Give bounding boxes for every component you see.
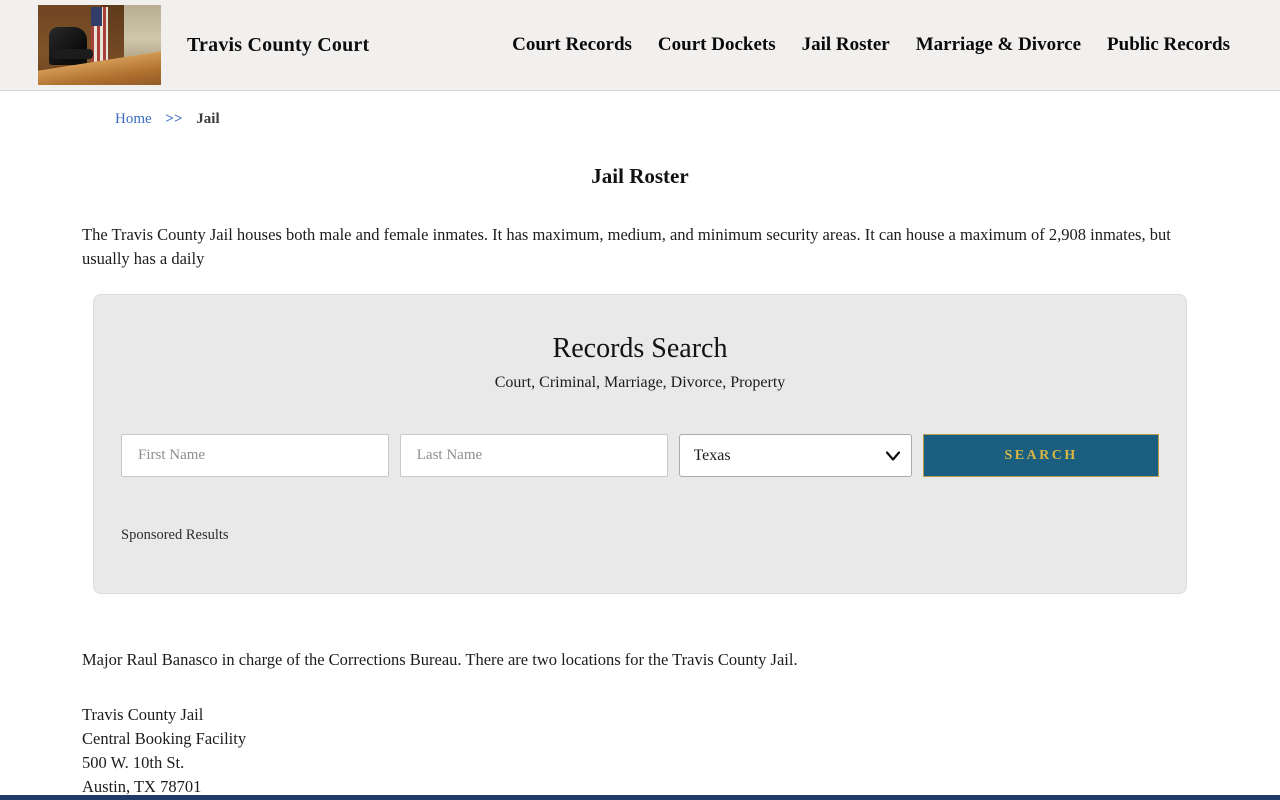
breadcrumb-current: Jail [196,111,220,127]
nav-item-marriage-divorce[interactable]: Marriage & Divorce [916,34,1081,56]
records-search-panel: Records Search Court, Criminal, Marriage… [93,294,1187,594]
breadcrumb-separator: >> [165,111,183,127]
nav-item-court-records[interactable]: Court Records [512,34,632,56]
breadcrumb-home-link[interactable]: Home [115,111,152,127]
nav-item-court-dockets[interactable]: Court Dockets [658,34,776,56]
search-form-row: Texas SEARCH [121,434,1159,477]
main-content: Home >> Jail Jail Roster The Travis Coun… [0,111,1280,800]
footer-bar [0,795,1280,800]
logo-flag-canton [90,7,102,27]
address-line-name: Travis County Jail [82,705,204,724]
logo-chair-arm [51,49,94,59]
records-search-subtitle: Court, Criminal, Marriage, Divorce, Prop… [494,374,786,391]
state-select[interactable]: Texas [678,434,913,477]
jail-address-block: Travis County Jail Central Booking Facil… [82,703,1198,799]
state-select-wrap: Texas [678,434,913,477]
breadcrumb: Home >> Jail [115,111,1198,128]
address-line-facility: Central Booking Facility [82,729,247,748]
address-line-street: 500 W. 10th St. [82,753,185,772]
logo-judge-chair [49,26,88,65]
first-name-input[interactable] [121,434,389,477]
main-nav: Court Records Court Dockets Jail Roster … [512,34,1230,56]
records-search-title: Records Search [552,333,728,364]
site-title: Travis County Court [187,33,370,56]
last-name-input[interactable] [399,434,668,477]
sponsored-results-label: Sponsored Results [121,527,229,543]
site-header: Travis County Court Court Records Court … [0,0,1280,91]
nav-item-jail-roster[interactable]: Jail Roster [802,34,890,56]
intro-paragraph: The Travis County Jail houses both male … [82,225,1171,268]
corrections-bureau-text: Major Raul Banasco in charge of the Corr… [82,650,798,669]
site-logo-courtroom-photo [38,5,161,85]
nav-item-public-records[interactable]: Public Records [1107,34,1230,56]
page-title: Jail Roster [591,164,689,188]
search-button[interactable]: SEARCH [923,434,1159,477]
